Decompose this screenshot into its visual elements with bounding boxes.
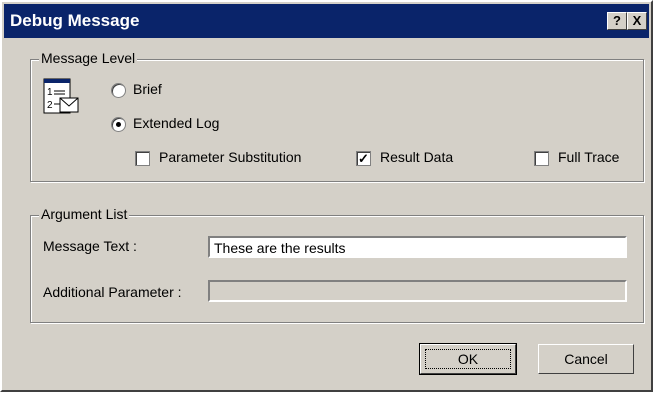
message-level-legend: Message Level — [39, 50, 138, 66]
additional-parameter-label: Additional Parameter : — [43, 284, 182, 300]
svg-text:1: 1 — [47, 87, 53, 98]
message-text-label: Message Text : — [43, 238, 137, 254]
additional-parameter-input[interactable] — [208, 280, 627, 302]
full-trace-label: Full Trace — [558, 149, 620, 165]
full-trace-checkbox[interactable] — [534, 151, 549, 166]
result-data-label: Result Data — [380, 149, 454, 165]
parameter-substitution-label: Parameter Substitution — [159, 149, 302, 165]
cancel-label: Cancel — [564, 351, 608, 367]
ok-focus-rect — [425, 349, 511, 369]
message-level-group: Message Level 1 2 Brief Extended Log Par… — [30, 50, 644, 182]
close-button[interactable]: X — [627, 12, 647, 30]
result-data-checkbox[interactable]: ✓ — [356, 151, 371, 166]
title-bar: Debug Message ? X — [4, 4, 649, 38]
extended-log-radio[interactable] — [111, 117, 126, 132]
argument-list-legend: Argument List — [39, 206, 130, 222]
brief-radio[interactable] — [111, 83, 126, 98]
cancel-button[interactable]: Cancel — [538, 344, 634, 374]
brief-label: Brief — [133, 81, 162, 97]
extended-log-label: Extended Log — [133, 115, 220, 131]
message-text-input[interactable]: These are the results — [208, 236, 627, 258]
debug-message-dialog: Debug Message ? X Message Level 1 2 Brie… — [0, 0, 653, 392]
parameter-substitution-checkbox[interactable] — [135, 151, 150, 166]
window-title: Debug Message — [10, 11, 140, 30]
numbered-list-envelope-icon: 1 2 — [43, 78, 79, 114]
ok-button[interactable]: OK — [419, 343, 517, 375]
argument-list-group: Argument List Message Text : These are t… — [30, 206, 644, 323]
help-button[interactable]: ? — [607, 12, 627, 30]
svg-text:2: 2 — [47, 100, 53, 111]
